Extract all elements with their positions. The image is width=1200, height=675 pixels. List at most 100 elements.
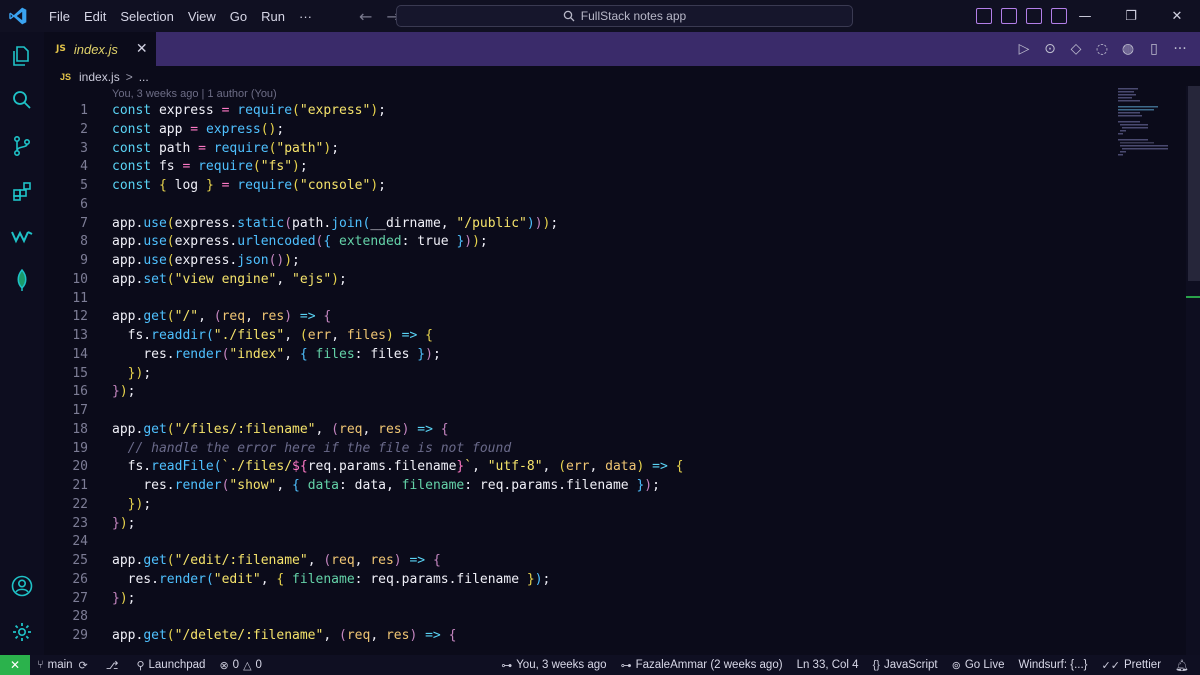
- code-line[interactable]: 7 app.use(express.static(path.join(__dirn…: [44, 215, 1114, 234]
- menu-go[interactable]: Go: [223, 9, 254, 24]
- breadcrumb-file[interactable]: index.js: [79, 70, 120, 84]
- code-line[interactable]: 20 fs.readFile(`./files/${req.params.fil…: [44, 458, 1114, 477]
- gear-icon[interactable]: [10, 620, 34, 644]
- line-number: 27: [72, 590, 88, 606]
- code-line[interactable]: 14 res.render("index", { files: files })…: [44, 346, 1114, 365]
- code-line[interactable]: 16});: [44, 383, 1114, 402]
- tab-index-js[interactable]: JS index.js ✕: [44, 32, 156, 66]
- mongodb-leaf-icon[interactable]: [10, 268, 34, 292]
- menu-more[interactable]: ···: [292, 9, 319, 24]
- code-line[interactable]: 2 const app = express();: [44, 121, 1114, 140]
- menu-view[interactable]: View: [181, 9, 223, 24]
- code-line[interactable]: 22 });: [44, 496, 1114, 515]
- line-number: 1: [80, 103, 88, 118]
- go-live[interactable]: ⊚ Go Live: [945, 659, 1012, 672]
- code-line[interactable]: 17: [44, 402, 1114, 421]
- code-line[interactable]: 1 const express = require("express");: [44, 102, 1114, 121]
- search-icon[interactable]: [10, 88, 34, 112]
- vertical-scrollbar[interactable]: [1186, 86, 1200, 655]
- code-line[interactable]: 28: [44, 608, 1114, 627]
- explorer-icon[interactable]: [10, 44, 34, 68]
- menu-edit[interactable]: Edit: [77, 9, 113, 24]
- split-editor-icon[interactable]: ▯: [1146, 41, 1162, 57]
- toggle-panel-icon[interactable]: [1026, 8, 1042, 24]
- minimize-icon[interactable]: —: [1062, 9, 1108, 24]
- next-change-icon[interactable]: ◌: [1094, 41, 1110, 57]
- git-blame[interactable]: ⊶ You, 3 weeks ago: [494, 659, 613, 672]
- broadcast-icon: ⊚: [951, 659, 961, 672]
- more-actions-icon[interactable]: ···: [1172, 41, 1188, 57]
- codelens-blame[interactable]: You, 3 weeks ago | 1 author (You): [112, 86, 277, 102]
- line-number: 5: [80, 178, 88, 193]
- line-number: 4: [80, 159, 88, 175]
- code-line[interactable]: 4 const fs = require("fs");: [44, 158, 1114, 177]
- customize-layout-icon[interactable]: [976, 8, 992, 24]
- code-line[interactable]: 25 app.get("/edit/:filename", (req, res) …: [44, 552, 1114, 571]
- scrollbar-thumb[interactable]: [1188, 86, 1200, 281]
- code-line[interactable]: 3 const path = require("path");: [44, 140, 1114, 159]
- menu-run[interactable]: Run: [254, 9, 292, 24]
- code-line[interactable]: 5 const { log } = require("console");: [44, 177, 1114, 196]
- breadcrumb: JS index.js > ...: [60, 68, 149, 86]
- activity-bar: [0, 32, 44, 655]
- git-graph[interactable]: ⎇: [99, 659, 130, 672]
- code-text: const path = require("path");: [112, 140, 340, 156]
- line-number: 15: [72, 365, 88, 381]
- notifications[interactable]: 🔔︎: [1168, 659, 1200, 672]
- code-text: });: [127, 365, 152, 381]
- line-number: 19: [72, 440, 88, 456]
- code-line[interactable]: 9 app.use(express.json());: [44, 252, 1114, 271]
- launchpad[interactable]: ⚲ Launchpad: [129, 659, 212, 672]
- code-line[interactable]: 13 fs.readdir("./files", (err, files) =>…: [44, 327, 1114, 346]
- problems-indicator[interactable]: ⊗ 0 △ 0: [212, 659, 269, 672]
- windsurf-icon[interactable]: [10, 224, 34, 248]
- breadcrumb-symbols[interactable]: ...: [139, 70, 149, 84]
- code-line[interactable]: 26 res.render("edit", { filename: req.pa…: [44, 571, 1114, 590]
- restore-icon[interactable]: ❐: [1108, 9, 1154, 24]
- code-line[interactable]: 19 // handle the error here if the file …: [44, 440, 1114, 459]
- line-number: 24: [72, 534, 88, 550]
- toggle-primary-sidebar-icon[interactable]: [1001, 8, 1017, 24]
- branch-indicator[interactable]: ⑂ main ⟳: [30, 659, 99, 672]
- code-line[interactable]: 29 app.get("/delete/:filename", (req, res…: [44, 627, 1114, 646]
- line-number: 18: [72, 421, 88, 437]
- close-icon[interactable]: ✕: [136, 41, 148, 57]
- code-text: const { log } = require("console");: [112, 178, 386, 193]
- minimap[interactable]: [1114, 86, 1184, 655]
- code-line[interactable]: 15 });: [44, 365, 1114, 384]
- account-icon[interactable]: [10, 574, 34, 598]
- cursor-position[interactable]: Ln 33, Col 4: [790, 659, 866, 671]
- commit-author[interactable]: ⊶ FazaleAmmar (2 weeks ago): [614, 659, 790, 672]
- code-line[interactable]: 8 app.use(express.urlencoded({ extended: …: [44, 233, 1114, 252]
- line-number: 2: [80, 121, 88, 137]
- sync-icon[interactable]: ⟳: [79, 659, 88, 672]
- code-line[interactable]: 24: [44, 533, 1114, 552]
- code-line[interactable]: 23});: [44, 515, 1114, 534]
- command-center[interactable]: FullStack notes app: [396, 5, 853, 27]
- code-line[interactable]: 21 res.render("show", { data: data, file…: [44, 477, 1114, 496]
- code-line[interactable]: 10 app.set("view engine", "ejs");: [44, 271, 1114, 290]
- code-line[interactable]: 27});: [44, 590, 1114, 609]
- back-arrow-icon[interactable]: ←: [359, 7, 372, 26]
- menu-file[interactable]: File: [42, 9, 77, 24]
- code-line[interactable]: 6: [44, 196, 1114, 215]
- prettier-status[interactable]: ✓✓ Prettier: [1095, 659, 1169, 672]
- extensions-icon[interactable]: [10, 180, 34, 204]
- timeline-icon[interactable]: ⊙: [1042, 41, 1058, 57]
- language-mode[interactable]: {} JavaScript: [866, 659, 945, 671]
- code-line[interactable]: 18 app.get("/files/:filename", (req, res)…: [44, 421, 1114, 440]
- gitlens-icon[interactable]: ◍: [1120, 41, 1136, 57]
- vscode-logo-icon[interactable]: [8, 6, 28, 26]
- menu-selection[interactable]: Selection: [113, 9, 180, 24]
- code-line[interactable]: 11: [44, 290, 1114, 309]
- run-icon[interactable]: ▷: [1016, 41, 1032, 57]
- remote-indicator-icon[interactable]: ✕: [0, 655, 30, 675]
- code-line[interactable]: 12 app.get("/", (req, res) => {: [44, 308, 1114, 327]
- previous-change-icon[interactable]: ◇: [1068, 41, 1084, 57]
- close-window-icon[interactable]: ✕: [1154, 9, 1200, 24]
- author-label: FazaleAmmar (2 weeks ago): [635, 659, 783, 671]
- windsurf-status[interactable]: Windsurf: {...}: [1011, 659, 1094, 671]
- tab-bar: JS index.js ✕ ▷ ⊙ ◇ ◌ ◍ ▯ ···: [44, 32, 1200, 66]
- code-editor[interactable]: You, 3 weeks ago | 1 author (You) 1 const…: [44, 86, 1114, 655]
- source-control-icon[interactable]: [10, 134, 34, 158]
